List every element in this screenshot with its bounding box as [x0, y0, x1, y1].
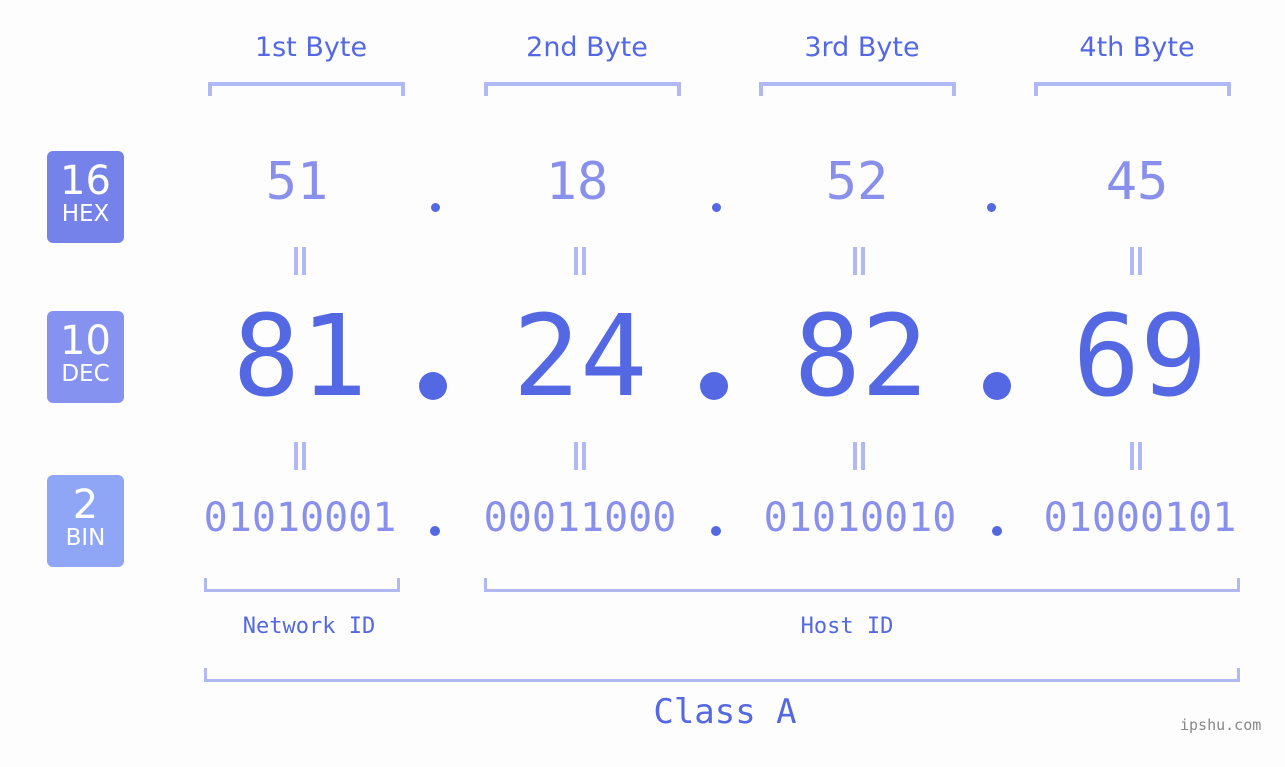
equals-icon [292, 247, 308, 275]
equals-icon [851, 247, 867, 275]
hex-value-2: 18 [545, 152, 609, 212]
dec-separator-dot [419, 372, 447, 400]
equals-icon [1128, 247, 1144, 275]
byte-header-2: 2nd Byte [526, 32, 648, 63]
bin-value-4: 01000101 [1043, 495, 1237, 541]
network-id-label: Network ID [242, 614, 376, 639]
host-id-bracket [484, 578, 1240, 592]
network-id-bracket [204, 578, 400, 592]
hex-value-1: 51 [265, 152, 329, 212]
host-id-label: Host ID [800, 614, 894, 639]
dec-badge: 10 DEC [47, 311, 124, 403]
dec-value-2: 24 [512, 292, 648, 422]
bin-value-1: 01010001 [203, 495, 397, 541]
hex-badge: 16 HEX [47, 151, 124, 243]
bin-badge: 2 BIN [47, 475, 124, 567]
dec-value-1: 81 [232, 292, 368, 422]
bin-value-3: 01010010 [763, 495, 957, 541]
byte-bracket-1 [208, 82, 405, 96]
class-bracket [204, 668, 1240, 682]
bin-badge-label: BIN [65, 525, 106, 551]
hex-separator-dot [712, 203, 721, 212]
hex-value-3: 52 [825, 152, 889, 212]
dec-separator-dot [983, 372, 1011, 400]
hex-value-4: 45 [1105, 152, 1169, 212]
equals-icon [572, 247, 588, 275]
hex-badge-number: 16 [60, 158, 111, 204]
dec-badge-number: 10 [60, 318, 111, 364]
dec-value-4: 69 [1072, 292, 1208, 422]
bin-separator-dot [430, 526, 440, 536]
bin-separator-dot [992, 526, 1002, 536]
equals-icon [1128, 442, 1144, 470]
dec-value-3: 82 [793, 292, 929, 422]
byte-header-3: 3rd Byte [804, 32, 920, 63]
equals-icon [572, 442, 588, 470]
equals-icon [292, 442, 308, 470]
byte-header-1: 1st Byte [254, 32, 368, 63]
byte-bracket-2 [484, 82, 681, 96]
hex-badge-label: HEX [61, 201, 110, 227]
dec-badge-label: DEC [61, 361, 110, 387]
bin-separator-dot [711, 526, 721, 536]
equals-icon [851, 442, 867, 470]
bin-badge-number: 2 [72, 482, 99, 528]
byte-bracket-4 [1034, 82, 1231, 96]
hex-separator-dot [987, 203, 996, 212]
bin-value-2: 00011000 [483, 495, 677, 541]
hex-separator-dot [431, 203, 440, 212]
class-label: Class A [653, 692, 797, 732]
dec-separator-dot [700, 372, 728, 400]
byte-bracket-3 [759, 82, 956, 96]
byte-header-4: 4th Byte [1079, 32, 1195, 63]
watermark: ipshu.com [1180, 716, 1262, 734]
